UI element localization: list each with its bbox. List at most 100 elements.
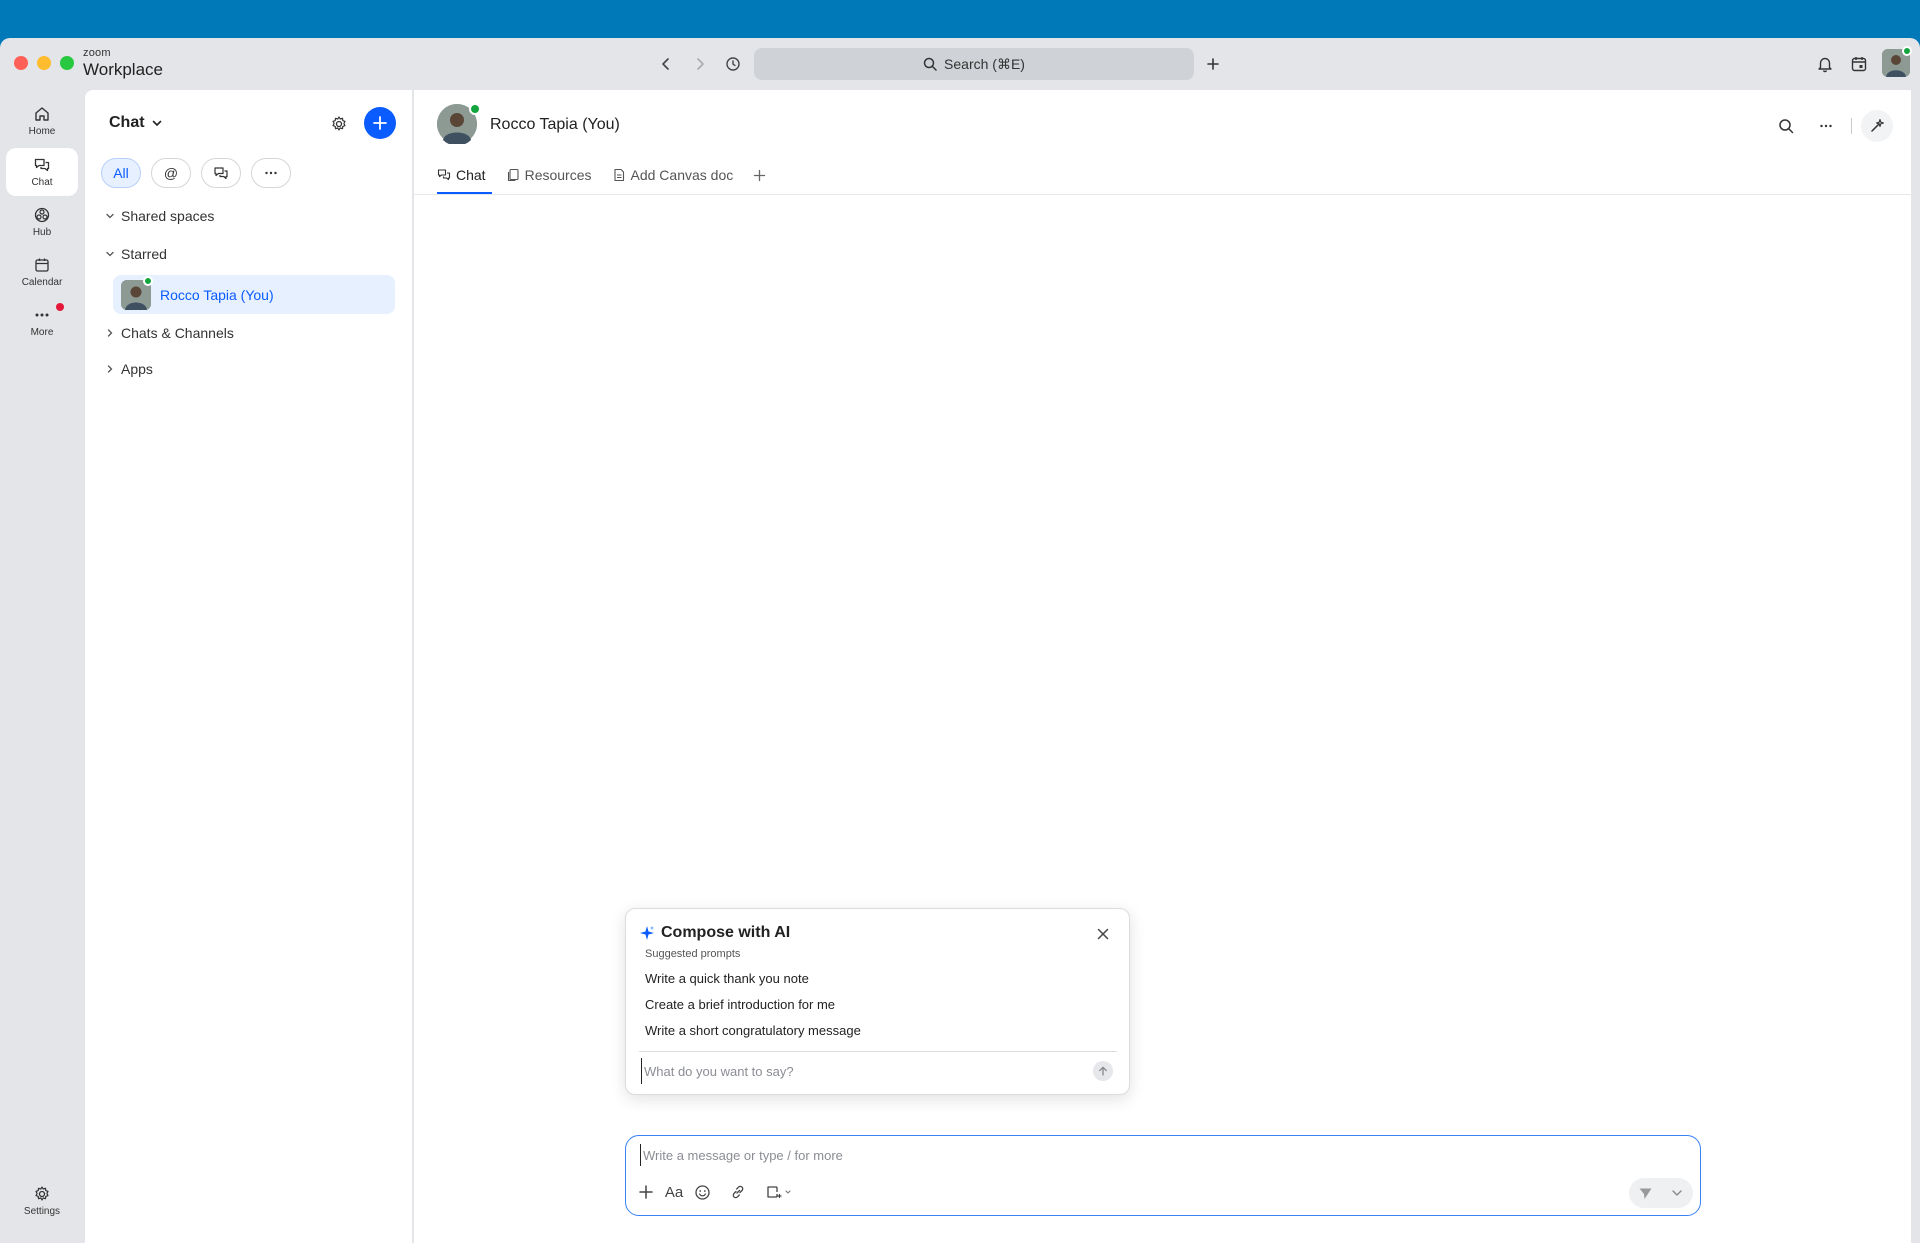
new-chat-button[interactable] [364, 107, 396, 139]
resources-icon [507, 168, 519, 182]
link-icon [732, 1185, 744, 1199]
attach-button[interactable] [634, 1180, 658, 1204]
back-button[interactable] [654, 52, 678, 76]
search-icon [1779, 119, 1794, 134]
hub-icon [34, 207, 50, 223]
title-bar: zoom Workplace Search (⌘E) [0, 38, 1920, 90]
search-label: Search (⌘E) [944, 55, 1025, 72]
calendar-status-button[interactable] [1846, 51, 1872, 77]
chat-title-dropdown[interactable]: Chat [109, 114, 163, 132]
ai-popup-divider [639, 1051, 1117, 1052]
threads-icon [214, 167, 228, 180]
emoji-icon [694, 1184, 710, 1200]
section-apps[interactable]: Apps [105, 361, 153, 377]
emoji-button[interactable] [690, 1180, 714, 1204]
search-bar[interactable]: Search (⌘E) [754, 48, 1194, 80]
conversation-tabs: Chat Resources Add Canvas doc [437, 162, 766, 194]
ai-send-button[interactable] [1093, 1061, 1113, 1081]
conversation-title: Rocco Tapia (You) [490, 116, 620, 133]
forward-button[interactable] [688, 52, 712, 76]
screenshot-icon [767, 1186, 791, 1199]
brand-big: Workplace [83, 60, 163, 79]
compose-with-ai-popup: Compose with AI Suggested prompts Write … [625, 908, 1130, 1095]
history-icon [726, 57, 740, 71]
chevron-down-icon [1672, 1190, 1682, 1196]
chat-sidebar: Chat All @ Shared spaces Starred Rocco T… [85, 90, 412, 1243]
zoom-window-button[interactable] [60, 56, 74, 70]
send-button[interactable] [1629, 1178, 1661, 1208]
search-conversation-button[interactable] [1773, 113, 1799, 139]
rail-item-more[interactable]: More [6, 298, 78, 346]
ai-prompt-congratulations[interactable]: Write a short congratulatory message [645, 1023, 861, 1038]
app-brand: zoom Workplace [83, 48, 163, 79]
send-icon [1639, 1188, 1651, 1199]
chat-settings-button[interactable] [327, 112, 351, 136]
rail-item-calendar[interactable]: Calendar [6, 248, 78, 296]
link-button[interactable] [726, 1180, 750, 1204]
section-starred[interactable]: Starred [105, 246, 167, 262]
presence-dot [1902, 46, 1912, 56]
contact-name: Rocco Tapia (You) [160, 286, 274, 303]
canvas-doc-icon [613, 168, 624, 182]
ai-prompt-input[interactable] [641, 1058, 1091, 1084]
ai-prompt-thank-you[interactable]: Write a quick thank you note [645, 971, 809, 986]
new-tab-button[interactable] [1201, 52, 1225, 76]
plus-icon [1207, 58, 1219, 70]
avatar [121, 275, 153, 310]
tab-resources[interactable]: Resources [506, 162, 592, 188]
ai-prompt-introduction[interactable]: Create a brief introduction for me [645, 997, 835, 1012]
chat-icon [437, 169, 451, 181]
suggested-prompts-label: Suggested prompts [645, 948, 741, 960]
filter-all-label: All [113, 165, 129, 181]
home-icon [35, 107, 49, 121]
rail-item-chat[interactable]: Chat [6, 148, 78, 196]
chevron-right-icon [697, 58, 704, 70]
close-window-button[interactable] [14, 56, 28, 70]
send-button-group [1629, 1178, 1693, 1208]
format-text-button[interactable]: Aa [662, 1180, 686, 1204]
notifications-button[interactable] [1812, 51, 1838, 77]
filter-mentions[interactable]: @ [151, 158, 191, 188]
conversation-more-button[interactable] [1813, 113, 1839, 139]
filter-threads[interactable] [201, 158, 241, 188]
send-options-button[interactable] [1661, 1178, 1693, 1208]
close-icon [1097, 928, 1109, 940]
rail-item-settings[interactable]: Settings [6, 1177, 78, 1225]
ai-popup-title: Compose with AI [639, 924, 790, 942]
presence-dot [143, 275, 153, 286]
chevron-left-icon [662, 58, 669, 70]
ai-sparkle-icon [640, 926, 654, 940]
tab-add-canvas-doc[interactable]: Add Canvas doc [612, 162, 733, 188]
chevron-down-icon [106, 213, 114, 219]
ai-companion-button[interactable] [1861, 110, 1893, 142]
history-button[interactable] [721, 52, 745, 76]
more-icon [35, 313, 49, 317]
ai-popup-close-button[interactable] [1093, 924, 1113, 944]
screenshot-button[interactable] [760, 1180, 800, 1204]
app-window: zoom Workplace Search (⌘E) Home Chat Hub… [0, 38, 1920, 1243]
rail-label-calendar: Calendar [21, 277, 63, 288]
add-tab-button[interactable] [753, 162, 766, 188]
list-item-contact[interactable]: Rocco Tapia (You) [113, 275, 395, 314]
rail-item-home[interactable]: Home [6, 97, 78, 145]
ai-sparkle-icon [1871, 118, 1885, 132]
tab-chat[interactable]: Chat [437, 162, 492, 194]
filter-all[interactable]: All [101, 158, 141, 188]
search-icon [923, 57, 937, 71]
minimize-window-button[interactable] [37, 56, 51, 70]
section-label: Starred [121, 246, 167, 262]
filter-bar: All @ [101, 158, 291, 188]
message-composer: Aa [625, 1135, 1701, 1216]
section-shared-spaces[interactable]: Shared spaces [105, 208, 214, 224]
rail-item-hub[interactable]: Hub [6, 198, 78, 246]
tab-resources-label: Resources [524, 167, 592, 183]
rail-label-chat: Chat [31, 177, 53, 188]
chevron-down-icon [152, 120, 161, 126]
ai-title-label: Compose with AI [661, 924, 791, 941]
section-chats-channels[interactable]: Chats & Channels [105, 325, 234, 341]
filter-more[interactable] [251, 158, 291, 188]
header-divider [1851, 118, 1852, 134]
notification-dot [56, 303, 64, 311]
rail-label-home: Home [28, 126, 56, 137]
message-input[interactable] [640, 1144, 1540, 1166]
